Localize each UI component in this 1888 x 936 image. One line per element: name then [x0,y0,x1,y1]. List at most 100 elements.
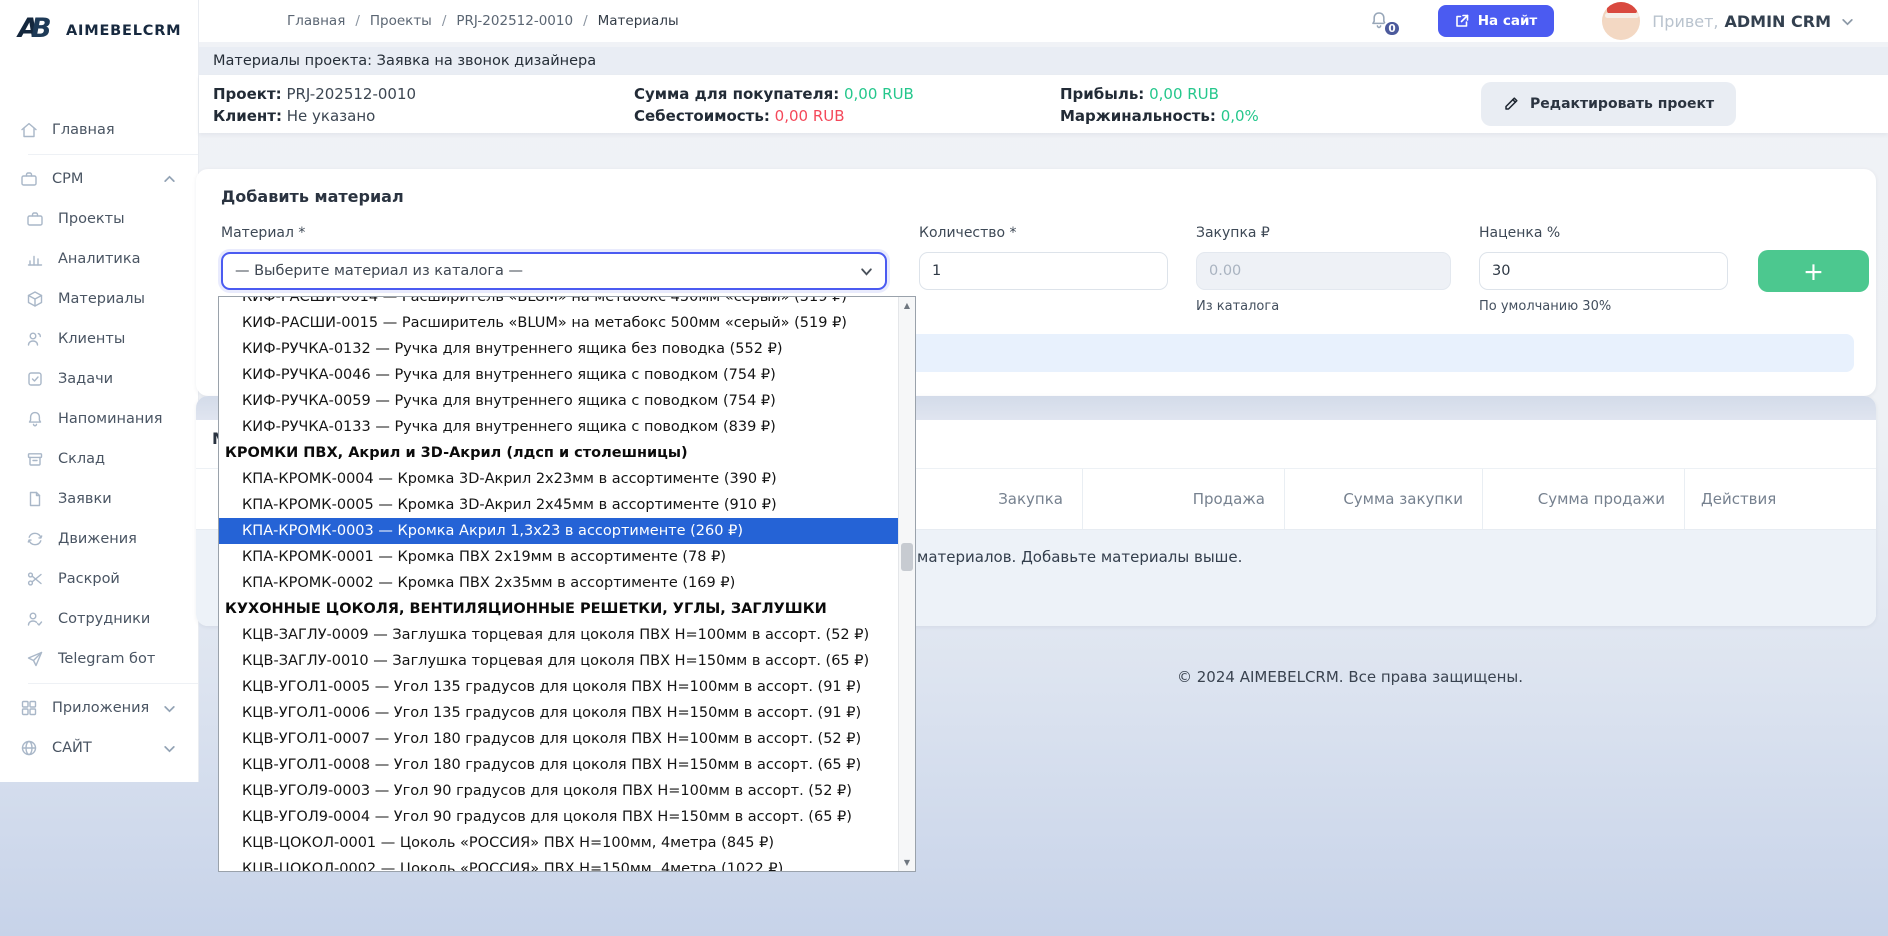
breadcrumb-separator: / [442,13,447,29]
material-option[interactable]: КЦВ-ЦОКОЛ-0002 — Цоколь «РОССИЯ» ПВХ Н=1… [219,856,898,872]
material-option[interactable]: КЦВ-УГОЛ9-0003 — Угол 90 градусов для цо… [219,778,898,804]
sidebar-item-sotrudniki[interactable]: Сотрудники [0,599,198,639]
material-option[interactable]: КЦВ-ЗАГЛУ-0010 — Заглушка торцевая для ц… [219,648,898,674]
material-option[interactable]: КИФ-РАСШИ-0014 — Расширитель «BLUM» на м… [219,296,898,310]
footer-copyright: © 2024 AIMEBELCRM. Все права защищены. [1177,668,1523,686]
option-group-header: КУХОННЫЕ ЦОКОЛЯ, ВЕНТИЛЯЦИОННЫЕ РЕШЕТКИ,… [219,596,898,622]
edit-project-button[interactable]: Редактировать проект [1481,82,1736,126]
sidebar-item-crm[interactable]: CPM [0,159,198,199]
sidebar-item-label: Раскрой [58,571,120,587]
external-link-icon [1455,14,1469,28]
sidebar-item-sayt[interactable]: САЙТ [0,728,198,768]
option-group-header: КРОМКИ ПВХ, Акрил и 3D-Акрил (лдсп и сто… [219,440,898,466]
notifications-badge: 0 [1383,20,1400,37]
sidebar-item-telegram-bot[interactable]: Telegram бот [0,639,198,679]
page-title-bar: Материалы проекта: Заявка на звонок диза… [199,47,1888,75]
material-option[interactable]: КИФ-РУЧКА-0046 — Ручка для внутреннего я… [219,362,898,388]
user-avatar[interactable] [1602,2,1640,40]
sidebar-item-materialy[interactable]: Материалы [0,279,198,319]
markup-label: Наценка % [1479,225,1560,241]
sidebar-item-zayavki[interactable]: Заявки [0,479,198,519]
task-icon [25,369,45,389]
breadcrumb-separator: / [355,13,360,29]
sidebar-item-raskroy[interactable]: Раскрой [0,559,198,599]
cycle-icon [25,529,45,549]
materials-empty-text: Нет материалов. Добавьте материалы выше. [883,548,1242,566]
brand-monogram-icon: A B [18,16,56,46]
sidebar-item-label: Клиенты [58,331,125,347]
material-option[interactable]: КЦВ-УГОЛ1-0008 — Угол 180 градусов для ц… [219,752,898,778]
globe-icon [19,738,39,758]
brand-logo[interactable]: A B AIMEBELCRM [0,0,198,46]
material-option[interactable]: КЦВ-ЗАГЛУ-0009 — Заглушка торцевая для ц… [219,622,898,648]
sidebar-item-klienty[interactable]: Клиенты [0,319,198,359]
material-option[interactable]: КПА-КРОМК-0004 — Кромка 3D-Акрил 2x23мм … [219,466,898,492]
material-option[interactable]: КИФ-РУЧКА-0133 — Ручка для внутреннего я… [219,414,898,440]
sidebar: A B AIMEBELCRM Главная CPM Проекты Аналитик… [0,0,199,782]
material-option[interactable]: КИФ-РУЧКА-0059 — Ручка для внутреннего я… [219,388,898,414]
scrollbar-thumb[interactable] [901,543,913,571]
table-header-cell: Продажа [1083,469,1285,529]
table-header-cell: Сумма продажи [1483,469,1685,529]
sidebar-item-label: Проекты [58,211,125,227]
scroll-up-arrow-icon[interactable]: ▲ [899,297,915,314]
sidebar-item-label: CPM [52,171,83,187]
sidebar-item-label: Движения [58,531,137,547]
briefcase-icon [19,169,39,189]
margin: Маржинальность: 0,0% [1060,105,1259,127]
edit-project-label: Редактировать проект [1530,96,1714,112]
sidebar-item-prilozheniya[interactable]: Приложения [0,688,198,728]
breadcrumb-item: Материалы [598,13,679,29]
sidebar-item-label: Склад [58,451,105,467]
select-caret-icon [860,265,873,278]
markup-input[interactable]: 30 [1479,252,1728,290]
scroll-down-arrow-icon[interactable]: ▼ [899,854,915,871]
material-option-selected[interactable]: КПА-КРОМК-0003 — Кромка Акрил 1,3x23 в а… [219,518,898,544]
material-option[interactable]: КИФ-РАСШИ-0015 — Расширитель «BLUM» на м… [219,310,898,336]
sidebar-item-label: Главная [52,122,115,138]
sidebar-item-label: Напоминания [58,411,163,427]
purchase-label: Закупка ₽ [1196,225,1270,241]
chevron-down-icon [163,702,176,715]
breadcrumb-separator: / [583,13,588,29]
user-check-icon [25,609,45,629]
material-option[interactable]: КПА-КРОМК-0001 — Кромка ПВХ 2x19мм в асс… [219,544,898,570]
material-option[interactable]: КЦВ-УГОЛ1-0005 — Угол 135 градусов для ц… [219,674,898,700]
material-options-list: КИФ-РАСШИ-0014 — Расширитель «BLUM» на м… [219,296,898,872]
add-material-button[interactable]: + [1758,250,1869,292]
home-icon [19,120,39,140]
material-option[interactable]: КИФ-РУЧКА-0132 — Ручка для внутреннего я… [219,336,898,362]
material-option[interactable]: КЦВ-УГОЛ1-0006 — Угол 135 градусов для ц… [219,700,898,726]
send-icon [25,649,45,669]
purchase-hint: Из каталога [1196,299,1279,314]
sidebar-item-glavnaya[interactable]: Главная [0,110,198,150]
material-option[interactable]: КЦВ-УГОЛ1-0007 — Угол 180 градусов для ц… [219,726,898,752]
chevron-up-icon [163,173,176,186]
material-option[interactable]: КПА-КРОМК-0002 — Кромка ПВХ 2x35мм в асс… [219,570,898,596]
cost-price-value: 0,00 RUB [775,107,845,125]
sidebar-item-dvizheniya[interactable]: Движения [0,519,198,559]
sidebar-item-zadachi[interactable]: Задачи [0,359,198,399]
breadcrumb-item[interactable]: PRJ-202512-0010 [456,13,573,29]
markup-hint: По умолчанию 30% [1479,299,1611,314]
app-window: A B AIMEBELCRM Главная CPM Проекты Аналитик… [0,0,1888,936]
sidebar-item-analitika[interactable]: Аналитика [0,239,198,279]
breadcrumb-item[interactable]: Главная [287,13,345,29]
material-option[interactable]: КПА-КРОМК-0005 — Кромка 3D-Акрил 2x45мм … [219,492,898,518]
sidebar-item-proekty[interactable]: Проекты [0,199,198,239]
go-to-site-button[interactable]: На сайт [1438,5,1555,37]
sidebar-divider [28,683,198,684]
user-menu[interactable]: Привет, ADMIN CRM [1652,12,1854,31]
go-to-site-label: На сайт [1478,13,1538,29]
notifications-bell-icon[interactable]: 0 [1368,9,1392,33]
quantity-input[interactable]: 1 [919,252,1168,290]
sidebar-item-napominaniya[interactable]: Напоминания [0,399,198,439]
sidebar-item-label: Telegram бот [58,651,155,667]
breadcrumb-item[interactable]: Проекты [370,13,432,29]
purchase-input[interactable]: 0.00 [1196,252,1451,290]
material-option[interactable]: КЦВ-ЦОКОЛ-0001 — Цоколь «РОССИЯ» ПВХ Н=1… [219,830,898,856]
dropdown-scrollbar[interactable]: ▲ ▼ [898,297,915,871]
material-option[interactable]: КЦВ-УГОЛ9-0004 — Угол 90 градусов для цо… [219,804,898,830]
sidebar-item-sklad[interactable]: Склад [0,439,198,479]
material-select[interactable]: — Выберите материал из каталога — [221,252,887,290]
